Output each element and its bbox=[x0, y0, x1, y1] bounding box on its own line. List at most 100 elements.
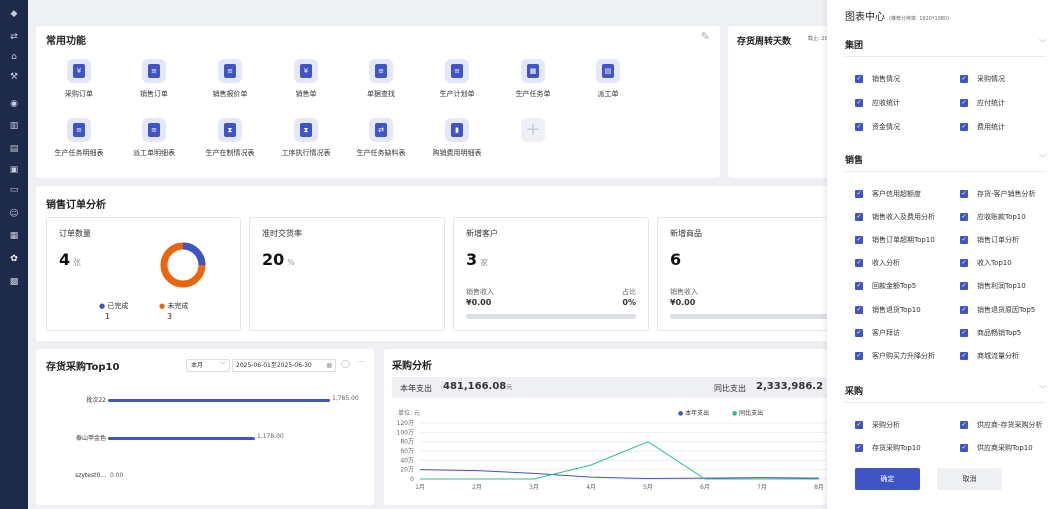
chart-option-checkbox[interactable]: ✓ 采购分析 bbox=[855, 419, 900, 431]
checkbox-checked-icon: ✓ bbox=[855, 99, 863, 107]
date-range-picker[interactable]: 2025-06-01至2025-06-30 ▦ bbox=[232, 359, 336, 372]
common-func-item[interactable]: ¥ 采购订单 bbox=[44, 59, 114, 99]
y-tick-label: 40万 bbox=[400, 457, 414, 464]
inventory-top10-card: 存货采购Top10 本月 ﹀ 2025-06-01至2025-06-30 ▦ ◯ ⋯… bbox=[36, 349, 374, 505]
cart-icon[interactable]: ◉ bbox=[8, 98, 20, 110]
chart-option-checkbox[interactable]: ✓ 销售情况 bbox=[855, 73, 900, 85]
section-title: 采购 bbox=[845, 387, 864, 397]
period-select[interactable]: 本月 ﹀ bbox=[186, 359, 230, 372]
common-func-item[interactable]: ≡ 单据查找 bbox=[346, 59, 416, 99]
top10-item-value: 1,785.00 bbox=[332, 395, 359, 402]
chevron-down-icon[interactable]: ﹀ bbox=[1039, 384, 1047, 395]
common-functions-card: 常用功能 ✎ ¥ 采购订单 ≡ 销售订单 ≡ 销售报价单 ¥ 销售单 ≡ 单据查找 ≡ 生产计划单 ▦ 生… bbox=[36, 26, 720, 178]
chart-option-checkbox[interactable]: ✓ 收入分析 bbox=[855, 257, 900, 269]
chart-option-checkbox[interactable]: ✓ 客户信用超额度 bbox=[855, 188, 921, 200]
chart-option-checkbox[interactable]: ✓ 销售利润Top10 bbox=[960, 280, 1026, 292]
chart-option-checkbox[interactable]: ✓ 费用统计 bbox=[960, 121, 1005, 133]
chart-option-checkbox[interactable]: ✓ 商品畅销Top5 bbox=[960, 327, 1021, 339]
common-func-item[interactable]: ≡ 生产任务明细表 bbox=[44, 118, 114, 158]
chart-option-checkbox[interactable]: ✓ 存货-客户销售分析 bbox=[960, 188, 1036, 200]
x-tick-label: 1月 bbox=[415, 484, 425, 491]
inventory-turnover-title: 存货周转天数 bbox=[737, 37, 792, 47]
save-icon[interactable]: ▣ bbox=[8, 164, 20, 176]
chart-option-label: 应收统计 bbox=[872, 99, 900, 107]
y-tick-label: 80万 bbox=[400, 439, 414, 446]
panel-title: 图表中心 (推荐分辨率: 1920*1080) bbox=[845, 12, 950, 23]
flow-icon[interactable]: ⇄ bbox=[8, 31, 20, 43]
home-icon[interactable]: ◆ bbox=[8, 8, 20, 20]
common-func-item[interactable]: ⧗ 生产在制情况表 bbox=[195, 118, 265, 158]
chart-option-checkbox[interactable]: ✓ 商城流量分析 bbox=[960, 350, 1019, 362]
chart-icon[interactable]: ⚒ bbox=[8, 71, 20, 83]
users-icon[interactable]: ☺ bbox=[8, 208, 20, 220]
more-icon[interactable]: ⋯ bbox=[357, 357, 365, 366]
func-label: 销售单 bbox=[295, 90, 317, 98]
chart-option-checkbox[interactable]: ✓ 资金情况 bbox=[855, 121, 900, 133]
report-icon[interactable]: ▦ bbox=[8, 230, 20, 242]
chart-option-checkbox[interactable]: ✓ 应收统计 bbox=[855, 97, 900, 109]
refresh-icon[interactable]: ◯ bbox=[341, 359, 350, 368]
chart-option-checkbox[interactable]: ✓ 应付统计 bbox=[960, 97, 1005, 109]
checkbox-checked-icon: ✓ bbox=[960, 236, 968, 245]
sales-analysis-title: 销售订单分析 bbox=[46, 200, 106, 211]
settings-icon[interactable]: ✿ bbox=[8, 253, 20, 265]
common-func-item[interactable]: ▮ 购销费用明细表 bbox=[422, 118, 492, 158]
func-label: 派工单明细表 bbox=[133, 149, 175, 157]
confirm-button[interactable]: 确定 bbox=[855, 468, 920, 490]
common-func-item[interactable]: ¥ 销售单 bbox=[271, 59, 341, 99]
chevron-down-icon[interactable]: ﹀ bbox=[1039, 153, 1047, 164]
chart-option-checkbox[interactable]: ✓ 销售退货原因Top5 bbox=[960, 304, 1035, 316]
common-func-item[interactable]: ⇄ 生产任务缺料表 bbox=[346, 118, 416, 158]
x-tick-label: 2月 bbox=[472, 484, 482, 491]
common-func-item[interactable]: ≡ 销售订单 bbox=[119, 59, 189, 99]
chart-option-checkbox[interactable]: ✓ 采购情况 bbox=[960, 73, 1005, 85]
common-func-item[interactable]: ▤ 派工单 bbox=[573, 59, 643, 99]
new-customers-stat: 新增客户 3家 销售收入 占比 ¥0.00 0% bbox=[453, 217, 649, 331]
common-func-item[interactable]: ≡ 销售报价单 bbox=[195, 59, 265, 99]
checkbox-checked-icon: ✓ bbox=[960, 259, 968, 268]
checkbox-checked-icon: ✓ bbox=[855, 305, 863, 314]
common-func-item[interactable]: ⧗ 工序执行情况表 bbox=[271, 118, 341, 158]
chart-option-checkbox[interactable]: ✓ 存货采购Top10 bbox=[855, 442, 921, 454]
func-label: 生产计划单 bbox=[439, 90, 475, 98]
common-func-item[interactable]: ▦ 生产任务单 bbox=[498, 59, 568, 99]
chart-option-label: 销售订单分析 bbox=[977, 236, 1019, 245]
chart-option-checkbox[interactable]: ✓ 供应商-存货采购分析 bbox=[960, 419, 1043, 431]
checkbox-checked-icon: ✓ bbox=[960, 328, 968, 337]
chart-option-checkbox[interactable]: ✓ 回款金额Top5 bbox=[855, 280, 916, 292]
legend-done: ● 已完成 bbox=[99, 302, 129, 310]
chart-option-checkbox[interactable]: ✓ 收入Top10 bbox=[960, 257, 1012, 269]
year-expense-label: 本年支出 bbox=[400, 384, 432, 393]
stats-icon[interactable]: ▥ bbox=[8, 120, 20, 132]
chart-option-checkbox[interactable]: ✓ 客户购买力升降分析 bbox=[855, 350, 935, 362]
chart-option-label: 应收账款Top10 bbox=[977, 213, 1026, 222]
folder-icon[interactable]: ▭ bbox=[8, 184, 20, 196]
chart-option-checkbox[interactable]: ✓ 销售订单分析 bbox=[960, 234, 1019, 246]
chevron-down-icon[interactable]: ﹀ bbox=[1039, 38, 1047, 49]
new-products-value: 6 bbox=[670, 250, 682, 269]
func-icon: ≡ bbox=[369, 59, 393, 83]
func-icon: ▦ bbox=[521, 59, 545, 83]
dashboard-icon[interactable]: ▩ bbox=[8, 276, 20, 288]
chart-option-checkbox[interactable]: ✓ 供应商采购Top10 bbox=[960, 442, 1033, 454]
func-icon: ⧗ bbox=[294, 118, 318, 142]
chart-option-checkbox[interactable]: ✓ 销售收入及费用分析 bbox=[855, 211, 935, 223]
common-func-item[interactable]: ≡ 派工单明细表 bbox=[119, 118, 189, 158]
chart-option-label: 销售收入及费用分析 bbox=[872, 213, 935, 222]
add-function-button[interactable]: + bbox=[498, 118, 568, 142]
top10-item-name: szytest0... bbox=[75, 472, 106, 479]
chart-option-checkbox[interactable]: ✓ 销售退货Top10 bbox=[855, 304, 921, 316]
common-func-item[interactable]: ≡ 生产计划单 bbox=[422, 59, 492, 99]
cancel-button[interactable]: 取消 bbox=[937, 468, 1002, 490]
x-tick-label: 3月 bbox=[529, 484, 539, 491]
chart-option-checkbox[interactable]: ✓ 客户拜访 bbox=[855, 327, 900, 339]
checkbox-checked-icon: ✓ bbox=[960, 282, 968, 291]
edit-icon[interactable]: ✎ bbox=[701, 30, 710, 43]
func-label: 派工单 bbox=[597, 90, 619, 98]
factory-icon[interactable]: ⌂ bbox=[8, 51, 20, 63]
chart-option-checkbox[interactable]: ✓ 应收账款Top10 bbox=[960, 211, 1026, 223]
doc-icon[interactable]: ▤ bbox=[8, 143, 20, 155]
func-icon: ▤ bbox=[596, 59, 620, 83]
chart-option-checkbox[interactable]: ✓ 销售订单超期Top10 bbox=[855, 234, 935, 246]
chart-option-label: 回款金额Top5 bbox=[872, 282, 917, 291]
